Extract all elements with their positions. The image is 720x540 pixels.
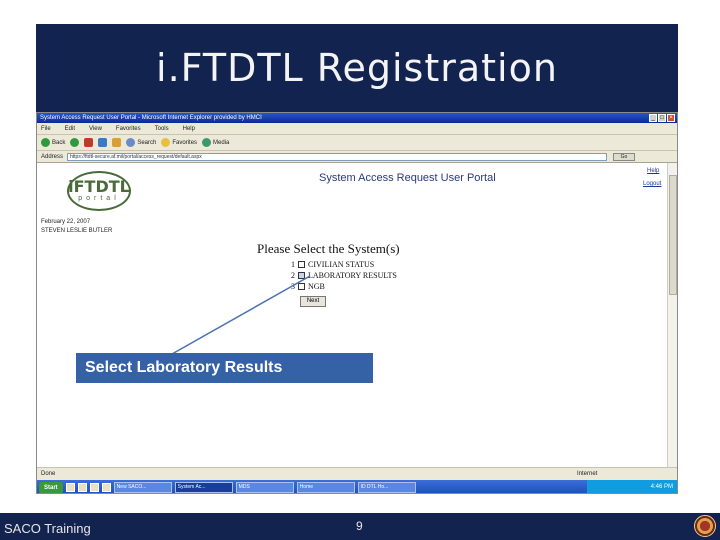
menu-favorites[interactable]: Favorites [116,123,141,134]
address-label: Address [41,154,64,160]
security-zone: Internet [577,471,598,477]
select-system-heading: Please Select the System(s) [257,241,400,256]
option-ngb[interactable]: 3 NGB [291,282,325,291]
seal-icon [694,515,716,537]
refresh-icon[interactable] [98,138,108,147]
option-laboratory-results[interactable]: 2 LABORATORY RESULTS [291,271,397,280]
taskbar-item[interactable]: Home [296,482,355,493]
close-icon[interactable]: × [667,114,675,122]
slide-footer: SACO Training 9 [0,513,720,540]
back-arrow-icon [41,138,50,147]
menu-bar: File Edit View Favorites Tools Help [37,123,677,135]
option-civilian-status[interactable]: 1 CIVILIAN STATUS [291,260,374,269]
search-icon [126,138,136,147]
user-name: STEVEN LESLIE BUTLER [41,228,113,234]
help-link[interactable]: Help [647,168,659,174]
browser-title-bar: System Access Request User Portal - Micr… [37,113,677,123]
taskbar-item[interactable]: New SACO... [113,482,172,493]
start-button[interactable]: Start [39,481,63,493]
portal-title: System Access Request User Portal [319,172,496,184]
minimize-icon[interactable]: _ [649,114,657,122]
browser-status-bar: Done Internet [37,467,677,480]
star-icon [161,138,171,147]
home-icon[interactable] [112,138,122,147]
page-number: 9 [356,519,363,533]
footer-org: SACO Training [4,521,91,536]
checkbox-laboratory-results[interactable] [298,272,305,279]
address-bar: Address https://ftdtl-secure.af.mil/port… [37,151,677,163]
maximize-icon[interactable]: □ [658,114,666,122]
slide-title: i.FTDTL Registration [156,46,558,90]
quicklaunch-icon[interactable] [77,483,87,492]
current-date: February 22, 2007 [41,219,91,225]
windows-taskbar: Start New SACO... System Ac... MDS Home … [37,480,677,493]
media-label: Media [213,139,230,146]
option-label: NGB [308,282,325,291]
window-controls: _ □ × [649,114,675,122]
media-button[interactable]: Media [202,138,229,147]
option-number: 3 [291,282,295,291]
iftdtl-logo: iFTDTL portal [67,171,131,211]
address-input[interactable]: https://ftdtl-secure.af.mil/portal/acces… [67,153,607,161]
taskbar-item[interactable]: MDS [235,482,294,493]
logout-link[interactable]: Logout [643,181,661,187]
media-icon [202,138,212,147]
favorites-button[interactable]: Favorites [161,138,197,147]
quicklaunch-icon[interactable] [65,483,75,492]
search-label: Search [137,139,157,146]
quicklaunch-icon[interactable] [89,483,99,492]
menu-edit[interactable]: Edit [65,123,75,134]
favorites-label: Favorites [172,139,198,146]
status-text: Done [41,471,56,477]
scroll-thumb[interactable] [669,175,677,295]
menu-help[interactable]: Help [183,123,195,134]
system-tray-clock: 4:46 PM [587,480,677,493]
menu-file[interactable]: File [41,123,51,134]
go-button[interactable]: Go [613,153,635,161]
search-button[interactable]: Search [126,138,156,147]
option-number: 1 [291,260,295,269]
title-banner: i.FTDTL Registration [36,24,678,112]
callout-text: Select Laboratory Results [85,359,283,376]
menu-tools[interactable]: Tools [155,123,169,134]
back-button[interactable]: Back [41,138,65,147]
forward-arrow-icon[interactable] [70,138,80,147]
menu-view[interactable]: View [89,123,102,134]
next-button[interactable]: Next [300,296,326,307]
back-label: Back [52,139,66,146]
taskbar-item[interactable]: ID DTL Ho... [357,482,416,493]
stop-icon[interactable] [84,138,94,147]
vertical-scrollbar[interactable] [667,163,677,467]
browser-toolbar: Back Search Favorites Media [37,135,677,151]
browser-screenshot: System Access Request User Portal - Micr… [36,112,678,494]
logo-text: iFTDTL [68,177,130,196]
option-label: CIVILIAN STATUS [308,260,375,269]
window-title: System Access Request User Portal - Micr… [40,115,262,121]
option-number: 2 [291,271,295,280]
checkbox-ngb[interactable] [298,283,305,290]
logo-subtext: portal [78,195,120,202]
taskbar-item[interactable]: System Ac... [174,482,233,493]
callout-box: Select Laboratory Results [76,353,373,383]
option-label: LABORATORY RESULTS [308,271,397,280]
checkbox-civilian-status[interactable] [298,261,305,268]
quicklaunch-icon[interactable] [101,483,111,492]
